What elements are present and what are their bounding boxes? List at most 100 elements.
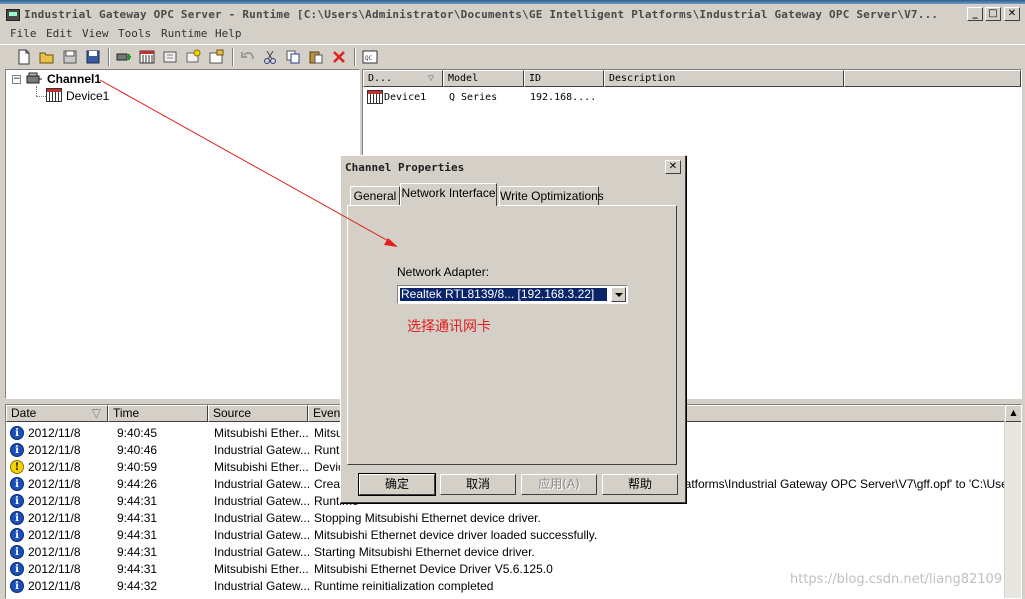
event-time-cell: 9:44:31 xyxy=(117,494,158,508)
info-icon: i xyxy=(10,562,24,576)
app-icon xyxy=(6,9,20,21)
dialog-title: Channel Properties xyxy=(345,161,465,174)
cut-icon[interactable] xyxy=(262,49,278,65)
info-icon: i xyxy=(10,426,24,440)
network-adapter-label: Network Adapter: xyxy=(397,265,490,279)
ok-button[interactable]: 确定 xyxy=(358,473,436,496)
watermark: https://blog.csdn.net/liang82109 xyxy=(790,572,1003,587)
sort-arrow-icon: ▽ xyxy=(427,73,434,84)
tree-item-channel1[interactable]: Channel1 xyxy=(47,72,101,86)
maximize-button[interactable]: □ xyxy=(985,7,1001,21)
window-title: Industrial Gateway OPC Server - Runtime … xyxy=(24,8,939,21)
quick-client-icon[interactable]: QC xyxy=(362,49,378,65)
event-event-cell: Runtime reinitialization completed xyxy=(314,579,494,593)
event-event-cell: Stopping Mitsubishi Ethernet device driv… xyxy=(314,511,541,525)
column-header-device[interactable]: D... ▽ xyxy=(363,70,443,87)
event-event-cell: Mitsubishi Ethernet Device Driver V5.6.1… xyxy=(314,562,553,576)
menu-bar: File Edit View Tools Runtime Help xyxy=(0,27,1025,43)
copy-icon[interactable] xyxy=(285,49,301,65)
info-icon: i xyxy=(10,545,24,559)
new-channel-icon[interactable] xyxy=(116,49,132,65)
tree-item-device1[interactable]: Device1 xyxy=(66,89,109,103)
event-date-cell: 2012/11/8 xyxy=(28,562,81,576)
save-icon[interactable] xyxy=(62,49,78,65)
menu-help[interactable]: Help xyxy=(215,27,242,40)
apply-button[interactable]: 应用(A) xyxy=(521,474,597,495)
toolbar-separator xyxy=(108,48,110,66)
chevron-down-icon[interactable] xyxy=(611,287,626,302)
delete-icon[interactable] xyxy=(331,49,347,65)
top-strip xyxy=(0,0,1025,4)
event-time-cell: 9:44:32 xyxy=(117,579,158,593)
tab-general[interactable]: General xyxy=(350,186,400,206)
info-icon: i xyxy=(10,511,24,525)
table-row[interactable]: i 2012/11/8 9:44:31 Industrial Gatew... Stop… xyxy=(6,510,1006,527)
event-time-cell: 9:40:46 xyxy=(117,443,158,457)
event-date-cell: 2012/11/8 xyxy=(28,477,81,491)
event-date-cell: 2012/11/8 xyxy=(28,460,81,474)
event-source-cell: Industrial Gatew... xyxy=(214,477,311,491)
event-time-cell: 9:44:31 xyxy=(117,528,158,542)
toolbar-separator xyxy=(354,48,356,66)
menu-view[interactable]: View xyxy=(82,27,109,40)
column-header-description[interactable]: Description xyxy=(604,70,844,87)
table-row[interactable]: i 2012/11/8 9:44:31 Industrial Gatew... Star… xyxy=(6,544,1006,561)
menu-tools[interactable]: Tools xyxy=(118,27,151,40)
tree-line xyxy=(36,96,46,97)
info-icon: i xyxy=(10,528,24,542)
tab-network-interface[interactable]: Network Interface xyxy=(400,183,497,206)
project-tree: − Channel1 Device1 xyxy=(5,69,360,399)
sort-arrow-icon: ▽ xyxy=(91,406,101,420)
column-header-label: Date xyxy=(11,406,37,420)
save-as-icon[interactable] xyxy=(85,49,101,65)
help-button[interactable]: 帮助 xyxy=(602,474,678,495)
tree-collapse-toggle[interactable]: − xyxy=(12,75,21,84)
event-source-cell: Industrial Gatew... xyxy=(214,494,311,508)
column-header-id[interactable]: ID xyxy=(524,70,604,87)
new-device-icon[interactable] xyxy=(139,49,155,65)
network-adapter-select[interactable]: Realtek RTL8139/8... [192.168.3.22] xyxy=(397,285,628,304)
new-group-icon[interactable] xyxy=(162,49,178,65)
channel-icon xyxy=(26,72,42,84)
event-time-cell: 9:44:26 xyxy=(117,477,158,491)
svg-text:QC: QC xyxy=(365,55,373,62)
column-header-source[interactable]: Source xyxy=(208,405,308,422)
tab-write-optimizations[interactable]: Write Optimizations xyxy=(499,186,604,206)
menu-runtime[interactable]: Runtime xyxy=(161,27,207,40)
cancel-button[interactable]: 取消 xyxy=(440,474,516,495)
warning-icon: ! xyxy=(10,460,24,474)
column-header-filler xyxy=(844,70,1021,87)
info-icon: i xyxy=(10,494,24,508)
title-bar: Industrial Gateway OPC Server - Runtime … xyxy=(0,0,1025,26)
menu-edit[interactable]: Edit xyxy=(46,27,73,40)
tree-line xyxy=(36,86,37,96)
event-event-cell: Mitsu xyxy=(314,426,343,440)
event-log-scrollbar[interactable]: ▲ xyxy=(1004,405,1021,598)
device-model-cell: Q Series xyxy=(449,92,498,103)
event-time-cell: 9:40:45 xyxy=(117,426,158,440)
properties-icon[interactable] xyxy=(208,49,224,65)
event-source-cell: Industrial Gatew... xyxy=(214,511,311,525)
event-date-cell: 2012/11/8 xyxy=(28,545,81,559)
menu-file[interactable]: File xyxy=(10,27,37,40)
paste-icon[interactable] xyxy=(308,49,324,65)
event-event-cell: Starting Mitsubishi Ethernet device driv… xyxy=(314,545,535,559)
new-icon[interactable] xyxy=(16,49,32,65)
open-icon[interactable] xyxy=(39,49,55,65)
close-button[interactable]: ✕ xyxy=(1004,7,1020,21)
scroll-up-arrow-icon[interactable]: ▲ xyxy=(1005,405,1021,422)
event-date-cell: 2012/11/8 xyxy=(28,426,81,440)
table-row[interactable]: i 2012/11/8 9:44:31 Industrial Gatew... Mits… xyxy=(6,527,1006,544)
column-header-model[interactable]: Model xyxy=(443,70,524,87)
column-header-time[interactable]: Time xyxy=(108,405,208,422)
channel-properties-dialog: Channel Properties ✕ General Network Int… xyxy=(340,155,686,503)
new-tag-icon[interactable] xyxy=(185,49,201,65)
event-cell-tail: latforms\Industrial Gateway OPC Server\V… xyxy=(682,477,1022,491)
undo-icon[interactable] xyxy=(240,49,256,65)
column-header-date[interactable]: Date ▽ xyxy=(6,405,108,422)
event-source-cell: Industrial Gatew... xyxy=(214,528,311,542)
minimize-button[interactable]: _ xyxy=(967,7,983,21)
device-name-cell: Device1 xyxy=(384,92,427,103)
dialog-close-button[interactable]: ✕ xyxy=(665,160,681,174)
event-source-cell: Industrial Gatew... xyxy=(214,545,311,559)
